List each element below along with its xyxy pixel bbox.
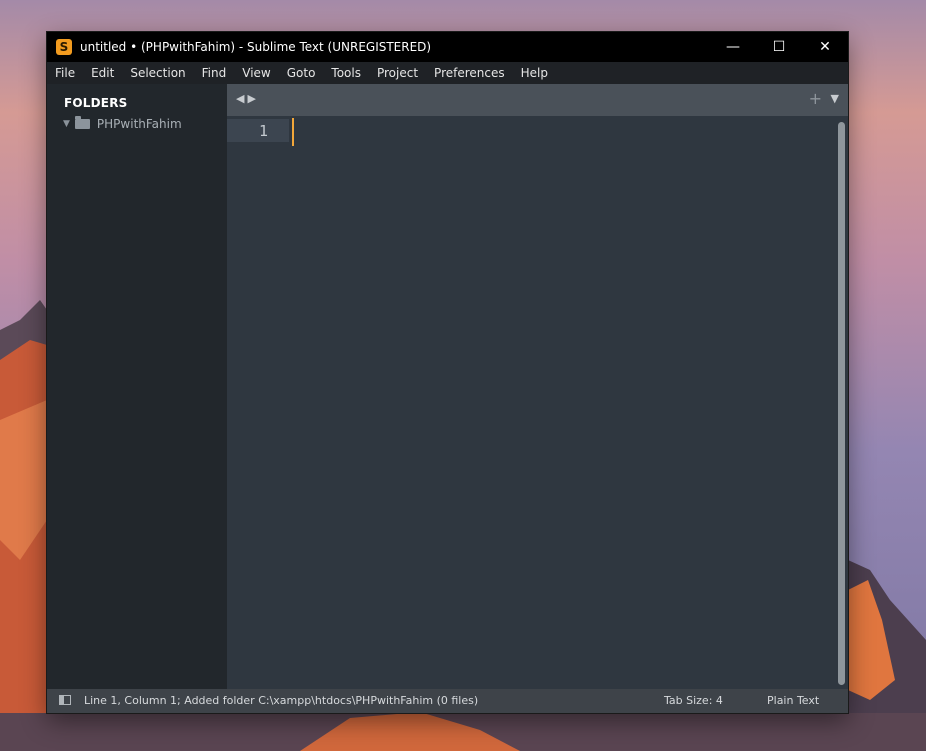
maximize-button[interactable]: ☐: [756, 32, 802, 62]
menu-help[interactable]: Help: [513, 62, 556, 84]
expand-arrow-icon[interactable]: ▼: [63, 119, 70, 129]
menu-goto[interactable]: Goto: [279, 62, 324, 84]
menu-view[interactable]: View: [234, 62, 278, 84]
sublime-text-logo-icon: S: [56, 39, 72, 55]
window-controls: — ☐ ✕: [710, 32, 848, 62]
show-panel-icon[interactable]: [59, 695, 71, 705]
title-bar[interactable]: S untitled • (PHPwithFahim) - Sublime Te…: [47, 32, 848, 62]
tab-navigation: ◀▶: [236, 92, 259, 105]
editor-area[interactable]: 1: [227, 116, 848, 689]
folder-item[interactable]: ▼ PHPwithFahim: [63, 115, 182, 133]
menu-edit[interactable]: Edit: [83, 62, 122, 84]
gutter-active-line: 1: [227, 119, 289, 142]
folder-icon: [74, 116, 90, 129]
syntax-selector[interactable]: Plain Text: [767, 694, 819, 707]
close-button[interactable]: ✕: [802, 32, 848, 62]
menu-bar: File Edit Selection Find View Goto Tools…: [47, 62, 848, 84]
menu-tools[interactable]: Tools: [323, 62, 369, 84]
minimize-button[interactable]: —: [710, 32, 756, 62]
sublime-window: S untitled • (PHPwithFahim) - Sublime Te…: [47, 32, 848, 713]
tab-bar: ◀▶ + ▼: [227, 84, 848, 116]
window-title: untitled • (PHPwithFahim) - Sublime Text…: [80, 40, 432, 54]
line-number: 1: [258, 122, 268, 140]
menu-find[interactable]: Find: [194, 62, 235, 84]
new-tab-plus-icon[interactable]: +: [809, 89, 822, 108]
tab-size-selector[interactable]: Tab Size: 4: [664, 694, 723, 707]
next-tab-arrow-icon[interactable]: ▶: [247, 92, 258, 105]
status-message: Line 1, Column 1; Added folder C:\xampp\…: [84, 694, 479, 707]
menu-selection[interactable]: Selection: [122, 62, 193, 84]
menu-file[interactable]: File: [47, 62, 83, 84]
sidebar: FOLDERS ▼ PHPwithFahim: [47, 84, 227, 689]
menu-project[interactable]: Project: [369, 62, 426, 84]
status-bar: Line 1, Column 1; Added folder C:\xampp\…: [47, 689, 848, 713]
folder-name: PHPwithFahim: [96, 117, 182, 131]
text-caret: [292, 118, 294, 146]
tab-list-dropdown-icon[interactable]: ▼: [831, 92, 839, 105]
menu-preferences[interactable]: Preferences: [426, 62, 513, 84]
previous-tab-arrow-icon[interactable]: ◀: [236, 92, 247, 105]
vertical-scrollbar[interactable]: [838, 122, 845, 685]
folders-header: FOLDERS: [64, 96, 128, 110]
